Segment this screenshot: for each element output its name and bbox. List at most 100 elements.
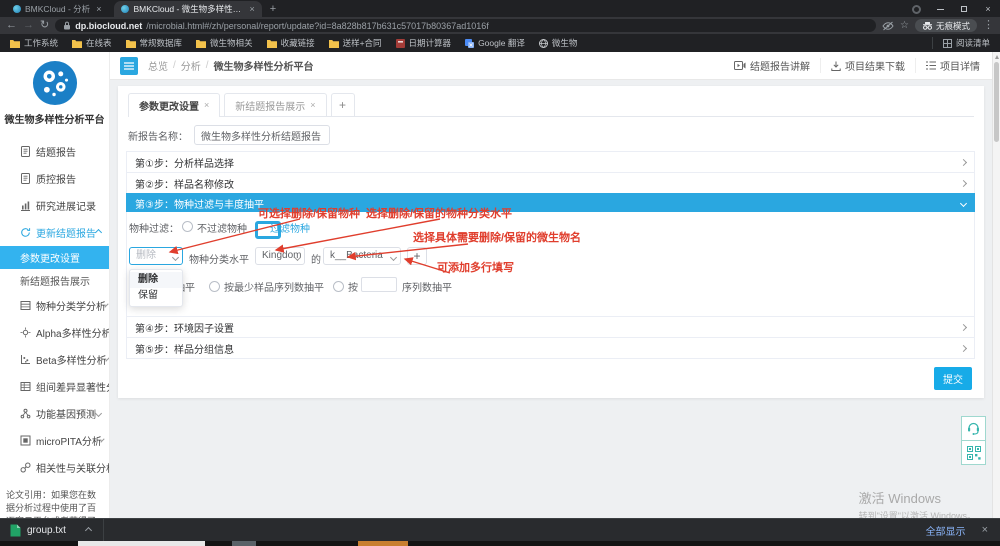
sidebar-item-progress[interactable]: 研究进展记录 — [0, 192, 109, 219]
breadcrumb-separator: / — [206, 60, 209, 71]
browser-tab-2[interactable]: BMKCloud - 微生物多样性分析 × — [114, 1, 261, 17]
chevron-down-icon — [95, 410, 102, 417]
bookmark-item[interactable]: 收藏链接 — [267, 37, 315, 49]
reading-list-icon — [943, 39, 952, 48]
browser-tab-bar: BMKCloud - 分析 × BMKCloud - 微生物多样性分析 × + … — [0, 0, 1000, 17]
browser-tab-1[interactable]: BMKCloud - 分析 × — [6, 1, 108, 17]
bookmark-item[interactable]: 送样+合同 — [329, 37, 382, 49]
sidebar-item-qc-report[interactable]: 质控报告 — [0, 165, 109, 192]
add-row-button[interactable]: + — [407, 247, 427, 265]
sidebar-item-function-prediction[interactable]: 功能基因预测 — [0, 400, 109, 427]
rarefy-count-input[interactable] — [361, 277, 397, 292]
close-window-button[interactable]: × — [976, 1, 1000, 17]
close-tab-icon[interactable]: × — [96, 4, 101, 14]
step-2-header[interactable]: 第②步：样品名称修改 — [126, 172, 975, 194]
bookmark-item[interactable]: 在线表 — [72, 37, 112, 49]
sidebar-item-correlation[interactable]: 相关性与关联分析 — [0, 454, 109, 481]
report-name-input[interactable] — [194, 125, 330, 145]
project-download-button[interactable]: 项目结果下载 — [820, 58, 915, 73]
close-tab-icon[interactable]: × — [204, 100, 209, 110]
bookmark-label: 收藏链接 — [281, 37, 315, 49]
close-tab-icon[interactable]: × — [310, 100, 315, 110]
project-details-button[interactable]: 项目详情 — [915, 58, 990, 73]
close-tab-icon[interactable]: × — [249, 4, 254, 14]
scroll-up-icon[interactable] — [995, 55, 999, 59]
tab-label: 新结题报告展示 — [235, 98, 305, 113]
back-icon[interactable]: ← — [6, 20, 17, 31]
sidebar-item-taxonomy[interactable]: 物种分类学分析 — [0, 292, 109, 319]
file-icon — [10, 524, 21, 537]
rarefy-by-label[interactable]: 按 — [348, 279, 358, 294]
bookmark-item[interactable]: 微生物 — [539, 37, 578, 49]
page-scrollbar[interactable] — [992, 52, 1000, 518]
step-3-header[interactable]: 第③步：物种过滤与丰度抽平 — [126, 193, 975, 213]
action-select[interactable]: 删除 — [129, 247, 183, 265]
breadcrumb-overview[interactable]: 总览 — [148, 58, 168, 73]
download-item[interactable]: group.txt — [0, 519, 104, 541]
tab-parameter-settings[interactable]: 参数更改设置 × — [128, 93, 220, 116]
customer-service-button[interactable] — [961, 416, 986, 441]
dropdown-option-keep[interactable]: 保留 — [130, 288, 182, 304]
step-1-header[interactable]: 第①步：分析样品选择 — [126, 151, 975, 173]
radio-filter-label[interactable]: 过滤物种 — [270, 220, 310, 235]
sidebar-subitem-new-report-view[interactable]: 新结题报告展示 — [0, 269, 109, 292]
folder-icon — [126, 39, 136, 48]
minimize-button[interactable] — [928, 1, 952, 17]
sidebar-item-group-difference[interactable]: 组间差异显著性分析 — [0, 373, 109, 400]
breadcrumb-analysis[interactable]: 分析 — [181, 58, 201, 73]
incognito-badge[interactable]: 无痕模式 — [915, 19, 977, 32]
reading-list-button[interactable]: 阅读清单 — [932, 37, 990, 49]
sidebar-item-beta-diversity[interactable]: Beta多样性分析 — [0, 346, 109, 373]
qr-code-button[interactable] — [961, 440, 986, 465]
eye-slash-icon[interactable] — [882, 21, 894, 31]
sidebar-item-update-report[interactable]: 更新结题报告 — [0, 219, 109, 246]
radio-no-filter-label[interactable]: 不过滤物种 — [197, 220, 247, 235]
step-5-header[interactable]: 第⑤步：样品分组信息 — [126, 337, 975, 359]
sidebar-subitem-parameter-settings[interactable]: 参数更改设置 — [0, 246, 109, 269]
profile-icon[interactable] — [904, 1, 928, 17]
bmkcloud-favicon — [13, 5, 21, 13]
step-label: 第③步：物种过滤与丰度抽平 — [135, 196, 264, 211]
bookmark-label: Google 翻译 — [478, 37, 525, 49]
dropdown-option-delete[interactable]: 删除 — [130, 272, 182, 288]
sidebar: 微生物多样性分析平台 结题报告 质控报告 研究进展记录 更新结题报告 参数更改设… — [0, 52, 110, 518]
step-4-header[interactable]: 第④步：环境因子设置 — [126, 316, 975, 338]
radio-min-rarefy-label[interactable]: 按最少样品序列数抽平 — [224, 279, 324, 294]
bookmark-item[interactable]: 微生物相关 — [196, 37, 253, 49]
bookmark-item[interactable]: 日期计算器 — [396, 37, 452, 49]
menu-dots-icon[interactable]: ⋮ — [983, 20, 994, 31]
correlation-link-icon — [20, 462, 31, 473]
bookmark-item[interactable]: 工作系统 — [10, 37, 58, 49]
citation-note: 论文引用：如果您在数据分析过程中使用了百迈客云平台或者获得了其他有效帮助，我们期… — [6, 489, 103, 518]
scrollbar-thumb[interactable] — [994, 62, 999, 142]
download-filename: group.txt — [27, 525, 66, 536]
close-download-bar-icon[interactable]: × — [982, 524, 988, 536]
new-tab-icon[interactable]: + — [270, 2, 276, 17]
address-bar[interactable]: dp.biocloud.net/microbial.html#/zh/perso… — [55, 19, 876, 32]
radio-no-filter[interactable] — [182, 221, 193, 232]
taxonomy-level-select[interactable]: Kingdom — [255, 247, 305, 265]
sidebar-item-report[interactable]: 结题报告 — [0, 138, 109, 165]
reload-icon[interactable]: ↻ — [40, 20, 49, 31]
menu-toggle-button[interactable] — [120, 57, 138, 75]
chevron-up-icon[interactable] — [85, 526, 92, 533]
bookmark-star-icon[interactable]: ☆ — [900, 21, 909, 31]
tab-new-report-view[interactable]: 新结题报告展示 × — [224, 93, 326, 116]
radio-custom-rarefy[interactable] — [333, 281, 344, 292]
report-explain-button[interactable]: 结题报告讲解 — [724, 58, 820, 73]
add-tab-button[interactable]: + — [331, 93, 355, 116]
show-all-downloads-button[interactable]: 全部显示 — [926, 523, 966, 538]
radio-min-rarefy[interactable] — [209, 281, 220, 292]
taxon-select[interactable]: k__Bacteria — [323, 247, 401, 265]
sidebar-item-micropita[interactable]: microPITA分析 — [0, 427, 109, 454]
steps-collapse: 第①步：分析样品选择 第②步：样品名称修改 第③步：物种过滤与丰度抽平 物种过滤… — [126, 152, 975, 359]
bookmark-item[interactable]: 常规数据库 — [126, 37, 183, 49]
forward-icon[interactable]: → — [23, 20, 34, 31]
sidebar-item-alpha-diversity[interactable]: Alpha多样性分析 — [0, 319, 109, 346]
list-icon — [926, 61, 936, 70]
bookmark-item[interactable]: Google 翻译 — [465, 37, 525, 49]
maximize-button[interactable] — [952, 1, 976, 17]
google-translate-icon — [465, 39, 474, 48]
annotation-select-taxon: 选择具体需要删除/保留的微生物名 — [413, 229, 581, 245]
submit-button[interactable]: 提交 — [934, 367, 972, 390]
